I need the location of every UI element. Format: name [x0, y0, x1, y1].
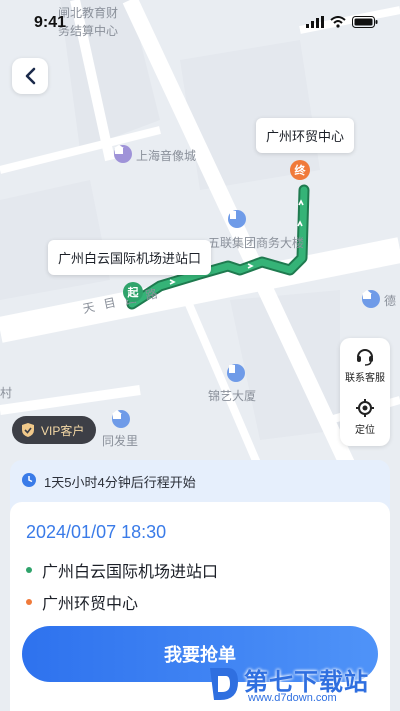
dropoff-dot: [26, 599, 32, 605]
chevron-left-icon: [25, 67, 36, 85]
clock-icon: [22, 473, 36, 487]
building-icon: [114, 145, 132, 163]
vip-label: VIP客户: [41, 423, 85, 438]
map-label: 德: [384, 294, 397, 308]
map-label: 同发里: [102, 434, 139, 448]
end-pin: 终: [290, 160, 310, 180]
start-location-callout[interactable]: 广州白云国际机场进站口: [48, 240, 212, 275]
locate-icon: [356, 399, 374, 417]
start-pin: 起: [123, 282, 143, 302]
contact-service-button[interactable]: 联系客服: [340, 340, 390, 390]
building-icon: [228, 210, 246, 228]
vip-badge: VIP客户: [12, 416, 97, 444]
dropoff-row: 广州环贸中心: [26, 590, 138, 614]
status-time: 9:41: [34, 14, 67, 31]
end-location-callout[interactable]: 广州环贸中心: [256, 118, 355, 153]
map-label: 锦艺大厦: [208, 389, 257, 403]
vip-shield-icon: [22, 423, 34, 437]
pickup-dot: [26, 567, 32, 573]
watermark: 第七下载站 www.d7down.com: [206, 662, 394, 708]
pickup-address: 广州白云国际机场进站口: [42, 564, 219, 581]
status-bar: 9:41: [0, 0, 400, 44]
locate-label: 定位: [355, 425, 375, 436]
status-icons: [306, 16, 378, 28]
countdown-text: 1天5小时4分钟后行程开始: [44, 475, 196, 490]
map-label: 上海音像城: [136, 149, 197, 163]
trip-datetime: 2024/01/07 18:30: [26, 522, 167, 542]
pickup-row: 广州白云国际机场进站口: [26, 558, 218, 582]
signal-icon: [306, 16, 324, 28]
locate-button[interactable]: 定位: [340, 392, 390, 442]
contact-service-label: 联系客服: [345, 373, 385, 384]
battery-icon: [352, 16, 378, 28]
headset-icon: [357, 349, 373, 366]
dropoff-address: 广州环贸中心: [42, 596, 139, 613]
building-icon: [112, 410, 130, 428]
map-tools-panel: 联系客服 定位: [340, 338, 390, 446]
watermark-url: www.d7down.com: [248, 692, 337, 704]
building-icon: [362, 290, 380, 308]
map-label: 五联集团商务大楼: [208, 236, 305, 250]
back-button[interactable]: [12, 58, 48, 94]
building-icon: [227, 364, 245, 382]
watermark-logo-icon: [210, 668, 238, 700]
wifi-icon: [330, 16, 346, 28]
map-label: 村: [0, 386, 13, 400]
